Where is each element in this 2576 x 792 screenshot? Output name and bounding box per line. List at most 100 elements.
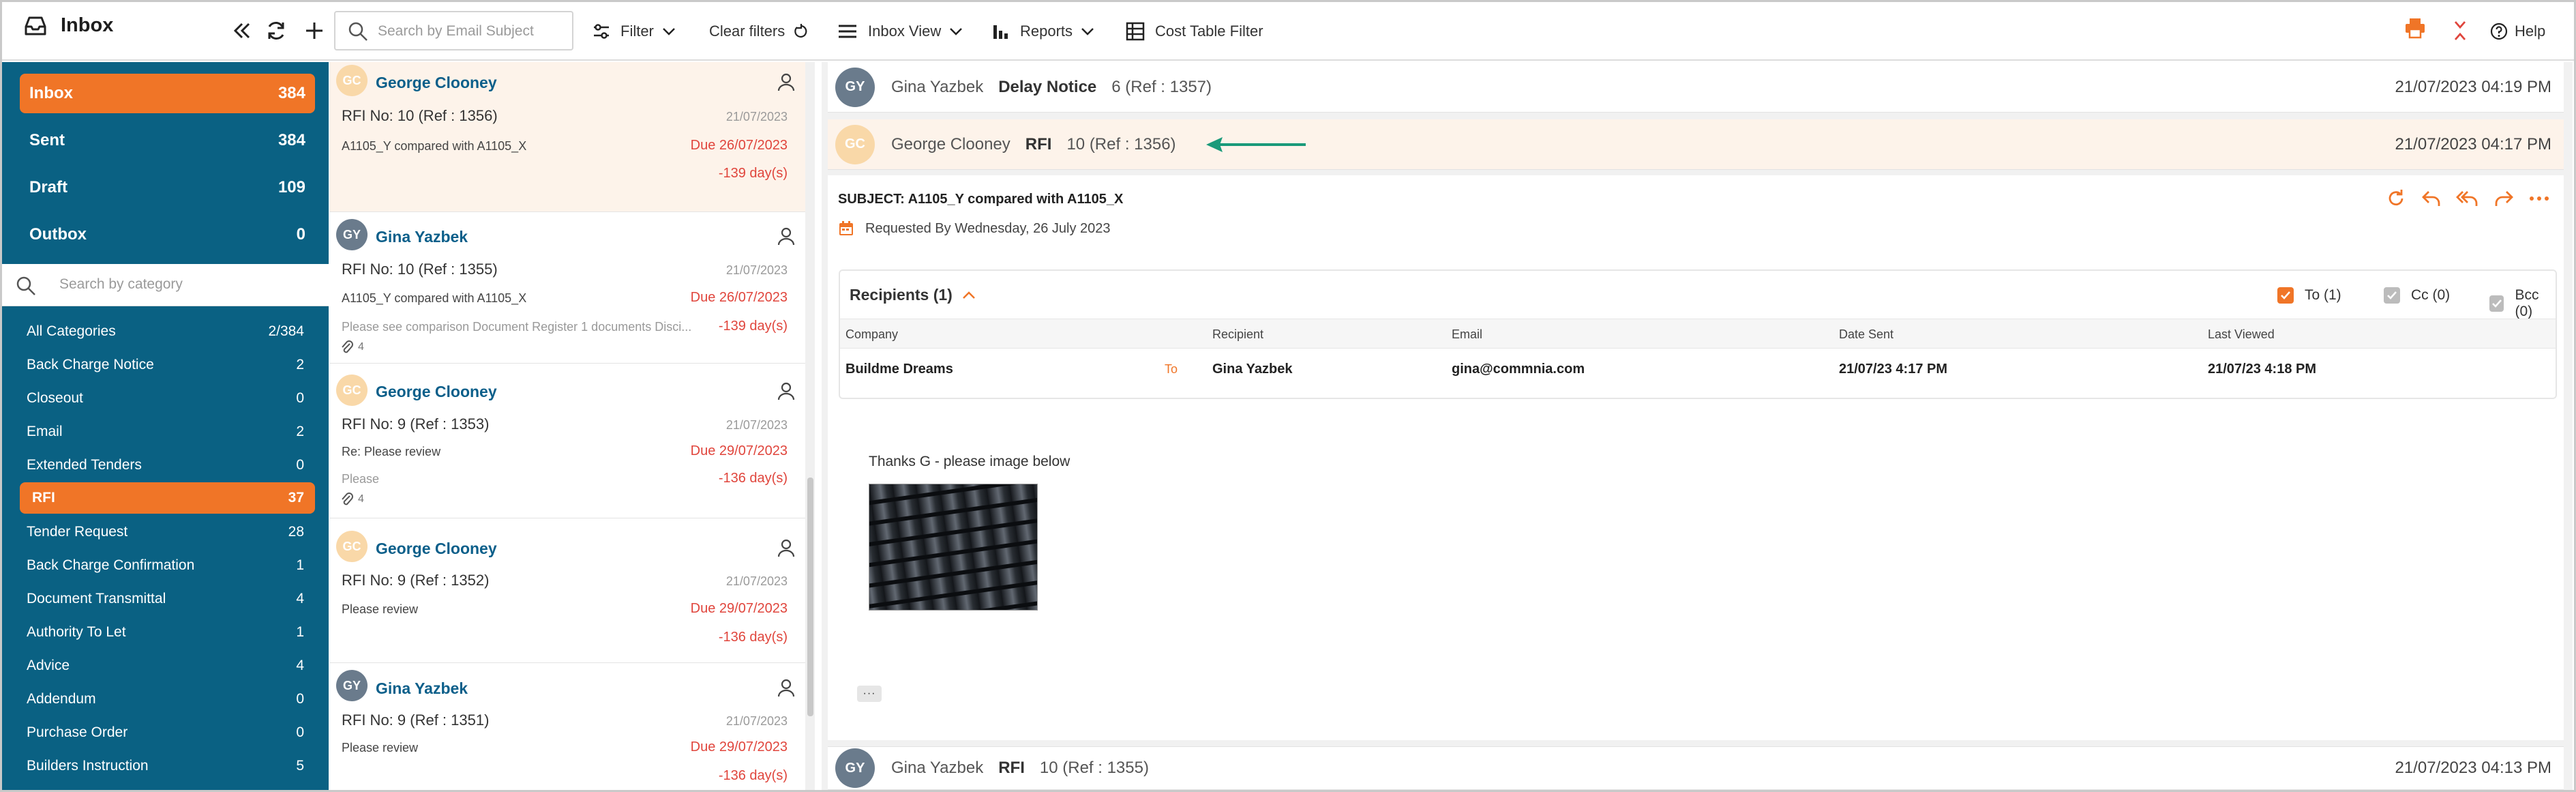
category-count: 0 xyxy=(296,691,304,707)
checkbox-checked-icon xyxy=(2489,295,2504,312)
sender-name: George Clooney xyxy=(376,383,497,400)
category-advice[interactable]: Advice 4 xyxy=(20,651,315,681)
category-back-charge-notice[interactable]: Back Charge Notice 2 xyxy=(20,350,315,380)
category-document-transmittal[interactable]: Document Transmittal 4 xyxy=(20,584,315,614)
refresh-icon[interactable] xyxy=(265,20,287,42)
print-icon[interactable] xyxy=(2404,17,2426,39)
collapse-vertical-icon[interactable] xyxy=(2453,20,2467,42)
folder-inbox[interactable]: Inbox 384 xyxy=(20,74,315,113)
clear-filters-button[interactable]: Clear filters xyxy=(709,18,809,45)
category-authority-to-let[interactable]: Authority To Let 1 xyxy=(20,617,315,647)
to-label: To (1) xyxy=(2305,287,2341,303)
thread-sender: Gina Yazbek xyxy=(891,77,984,96)
category-purchase-order[interactable]: Purchase Order 0 xyxy=(20,718,315,748)
due-date: Due 26/07/2023 xyxy=(690,290,788,305)
attachment-count-value: 4 xyxy=(358,341,364,353)
message-date: 21/07/2023 xyxy=(725,574,788,588)
paperclip-icon xyxy=(340,492,354,507)
category-email[interactable]: Email 2 xyxy=(20,417,315,447)
sender-name: Gina Yazbek xyxy=(376,679,468,697)
collapse-panel-icon[interactable] xyxy=(233,21,252,40)
cc-checkbox[interactable]: Cc (0) xyxy=(2384,287,2450,304)
message-preview: A1105_Y compared with A1105_X xyxy=(342,291,527,305)
checkbox-checked-icon xyxy=(2384,287,2400,304)
thread-type: RFI xyxy=(998,759,1025,777)
compose-plus-icon[interactable] xyxy=(304,20,325,41)
search-icon xyxy=(348,21,368,42)
scrollbar-thumb[interactable] xyxy=(807,478,813,716)
forward-icon[interactable] xyxy=(2493,188,2515,209)
help-circle-icon xyxy=(2490,23,2508,40)
message-item[interactable]: GC George Clooney RFI No: 9 (Ref : 1353)… xyxy=(329,364,807,518)
reports-button[interactable]: Reports xyxy=(992,18,1094,45)
message-item[interactable]: GY Gina Yazbek RFI No: 9 (Ref : 1351) 21… xyxy=(329,664,807,790)
category-rfi[interactable]: RFI 37 xyxy=(20,482,315,514)
category-extended-tenders[interactable]: Extended Tenders 0 xyxy=(20,450,315,480)
category-builders-instruction[interactable]: Builders Instruction 5 xyxy=(20,751,315,781)
category-label: Authority To Let xyxy=(27,624,126,640)
requested-by-text: Requested By Wednesday, 26 July 2023 xyxy=(865,220,1111,236)
thread-item[interactable]: GY Gina Yazbek RFI 10 (Ref : 1355) 21/07… xyxy=(828,746,2564,790)
category-back-charge-confirmation[interactable]: Back Charge Confirmation 1 xyxy=(20,551,315,581)
category-label: Email xyxy=(27,424,63,439)
category-all[interactable]: All Categories 2/384 xyxy=(20,317,315,347)
message-item[interactable]: GY Gina Yazbek RFI No: 10 (Ref : 1355) 2… xyxy=(329,213,807,364)
email-search-field[interactable] xyxy=(334,11,573,50)
overdue-days: -136 day(s) xyxy=(718,630,788,645)
cost-table-filter-button[interactable]: Cost Table Filter xyxy=(1126,18,1263,45)
thread-item[interactable]: GY Gina Yazbek Delay Notice 6 (Ref : 135… xyxy=(828,62,2564,113)
to-checkbox[interactable]: To (1) xyxy=(2277,287,2341,304)
message-body-card: SUBJECT: A1105_Y compared with A1105_X R… xyxy=(828,175,2564,740)
thread-item-selected[interactable]: GC George Clooney RFI 10 (Ref : 1356) 21… xyxy=(828,119,2564,170)
recipients-header: Recipients (1) To (1) Cc (0) Bcc (0) xyxy=(840,271,2556,319)
app-title: Inbox xyxy=(24,14,113,37)
category-search-field[interactable] xyxy=(2,264,329,306)
help-button[interactable]: Help xyxy=(2490,18,2545,45)
last-viewed: 21/07/23 4:18 PM xyxy=(2208,362,2316,377)
person-icon xyxy=(777,226,795,246)
avatar: GY xyxy=(835,748,875,788)
attachment-count-value: 4 xyxy=(358,493,364,505)
due-date: Due 29/07/2023 xyxy=(690,443,788,458)
thread-date: 21/07/2023 04:13 PM xyxy=(2395,759,2551,777)
bcc-checkbox[interactable]: Bcc (0) xyxy=(2489,287,2556,320)
folder-sent[interactable]: Sent 384 xyxy=(20,121,315,160)
filter-button[interactable]: Filter xyxy=(593,18,676,45)
message-actions xyxy=(2385,188,2550,209)
refresh-icon[interactable] xyxy=(2385,188,2407,209)
category-addendum[interactable]: Addendum 0 xyxy=(20,684,315,714)
category-search-input[interactable] xyxy=(59,276,305,293)
inbox-view-button[interactable]: Inbox View xyxy=(837,18,963,45)
recipients-title: Recipients (1) xyxy=(850,286,953,304)
more-options-icon[interactable] xyxy=(2528,188,2550,209)
inbox-view-label: Inbox View xyxy=(868,23,942,40)
category-label: Back Charge Notice xyxy=(27,357,154,372)
folder-outbox[interactable]: Outbox 0 xyxy=(20,215,315,254)
message-subject: RFI No: 9 (Ref : 1352) xyxy=(342,572,490,589)
message-item[interactable]: GC George Clooney RFI No: 9 (Ref : 1352)… xyxy=(329,519,807,663)
folder-count: 109 xyxy=(278,178,305,196)
category-closeout[interactable]: Closeout 0 xyxy=(20,383,315,413)
show-more-button[interactable]: ··· xyxy=(857,686,882,702)
overdue-days: -139 day(s) xyxy=(718,166,788,181)
folder-draft[interactable]: Draft 109 xyxy=(20,168,315,207)
checkbox-checked-icon xyxy=(2277,287,2294,304)
reply-icon[interactable] xyxy=(2421,188,2442,209)
thread-number: 10 (Ref : 1356) xyxy=(1066,134,1176,153)
thread-number: 10 (Ref : 1355) xyxy=(1039,759,1149,777)
reply-all-icon[interactable] xyxy=(2456,188,2479,209)
recipients-toggle[interactable]: Recipients (1) xyxy=(850,286,976,304)
folder-label: Sent xyxy=(29,131,65,149)
category-count: 4 xyxy=(296,658,304,673)
message-item[interactable]: GC George Clooney RFI No: 10 (Ref : 1356… xyxy=(329,62,807,212)
category-count: 1 xyxy=(296,557,304,573)
email-search-input[interactable] xyxy=(378,22,562,41)
message-subject: RFI No: 9 (Ref : 1353) xyxy=(342,415,490,432)
date-sent: 21/07/23 4:17 PM xyxy=(1839,362,1947,377)
table-icon xyxy=(1126,22,1145,41)
roof-tiles-image[interactable] xyxy=(869,484,1038,611)
category-tender-request[interactable]: Tender Request 28 xyxy=(20,517,315,547)
thread-date: 21/07/2023 04:17 PM xyxy=(2395,134,2551,153)
category-label: Document Transmittal xyxy=(27,591,166,606)
due-date: Due 29/07/2023 xyxy=(690,739,788,754)
